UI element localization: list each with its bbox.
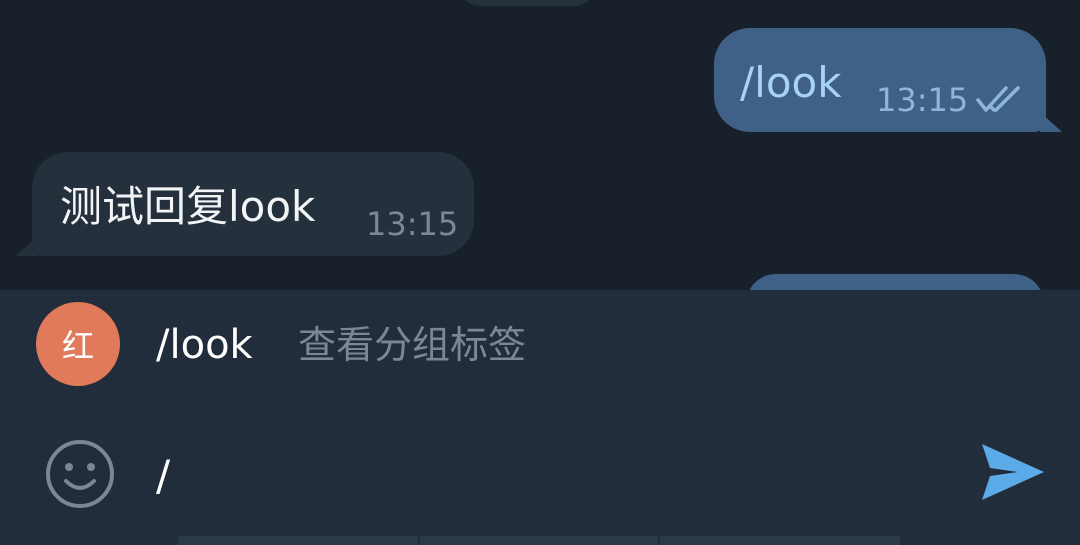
strip-divider — [418, 536, 420, 545]
emoji-icon[interactable] — [44, 438, 116, 510]
message-time: 13:15 — [876, 81, 969, 119]
command-name: /look — [156, 322, 253, 368]
message-composer: / — [0, 410, 1080, 545]
send-icon[interactable] — [978, 440, 1046, 504]
command-description: 查看分组标签 — [298, 323, 527, 367]
keyboard-suggestion-strip — [178, 536, 900, 545]
bubble-tail — [16, 236, 38, 256]
message-time: 13:15 — [366, 205, 459, 243]
double-check-icon — [976, 86, 1020, 112]
incoming-message-bubble[interactable]: 测试回复look 13:15 — [16, 152, 474, 256]
chat-message-list[interactable]: /look 13:15 测试回复look 13:15 — [0, 0, 1080, 290]
bubble-tail — [1040, 112, 1062, 132]
message-text: 测试回复look — [60, 182, 316, 231]
bot-avatar: 红 — [36, 302, 120, 386]
message-input[interactable]: / — [156, 448, 936, 504]
outgoing-message-bubble[interactable]: /look 13:15 — [714, 28, 1062, 132]
message-bubble-partial[interactable] — [458, 0, 596, 6]
avatar-initial: 红 — [61, 327, 94, 365]
strip-divider — [658, 536, 660, 545]
bot-command-suggestion[interactable]: 红 /look 查看分组标签 — [0, 290, 1080, 410]
message-text: /look — [740, 58, 842, 107]
outgoing-message-bubble-partial[interactable] — [746, 274, 1044, 290]
